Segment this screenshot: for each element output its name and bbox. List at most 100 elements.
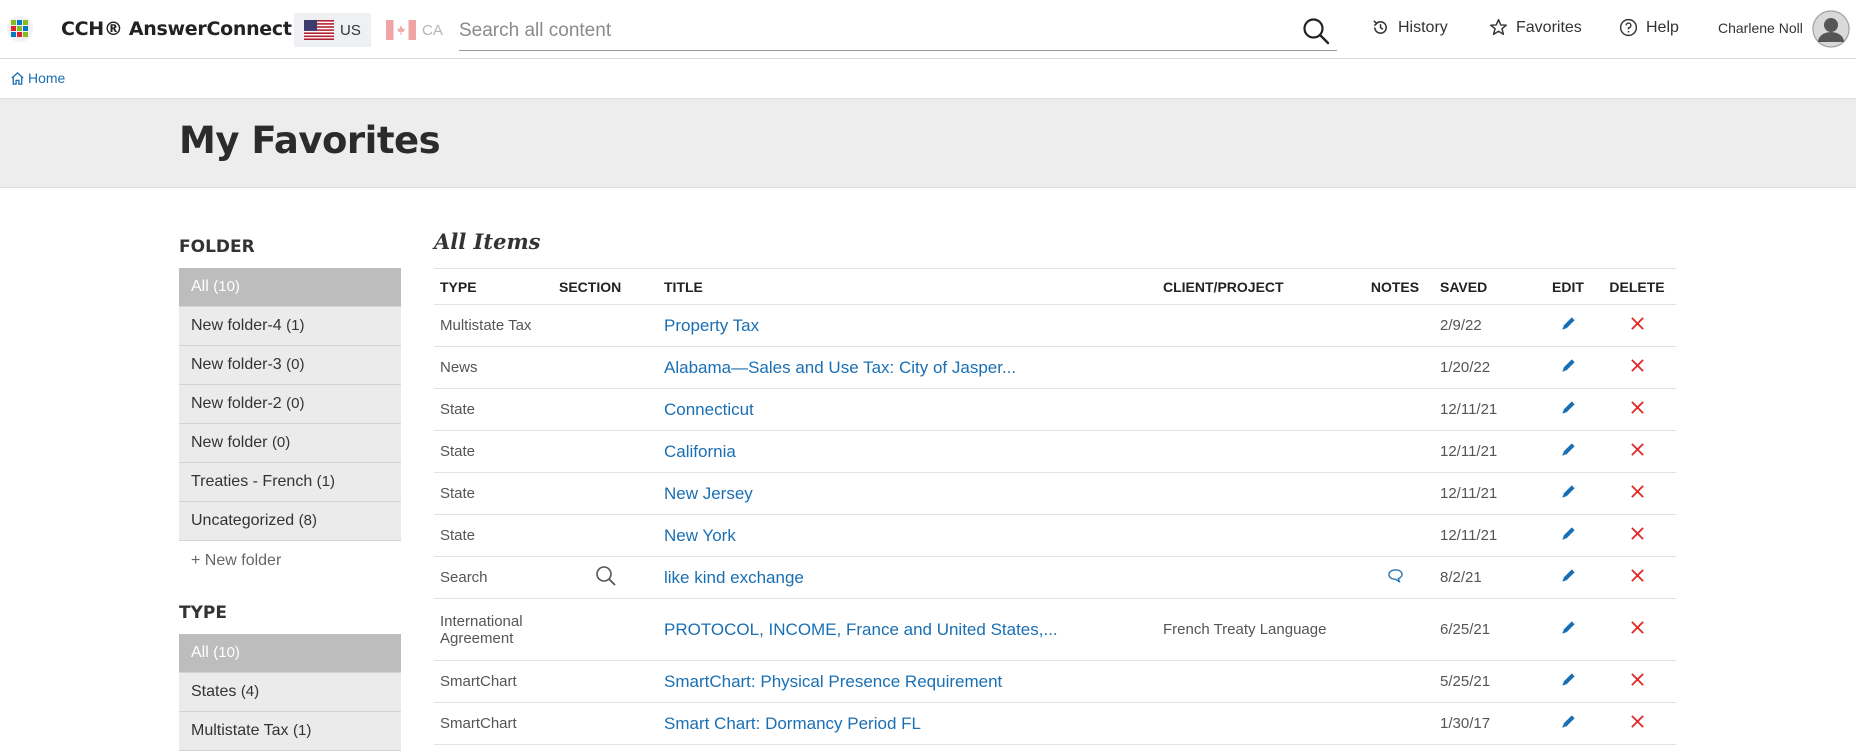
edit-button[interactable]	[1538, 702, 1598, 745]
delete-icon	[1630, 715, 1644, 728]
row-client	[1157, 660, 1356, 703]
folder-count: (0)	[271, 434, 291, 451]
delete-icon	[1630, 527, 1644, 540]
delete-button[interactable]	[1598, 472, 1676, 515]
region-ca-button[interactable]: CA	[376, 13, 453, 47]
region-us-button[interactable]: US	[294, 13, 371, 47]
type-item-all[interactable]: All (10)	[179, 634, 401, 673]
row-title-link[interactable]: Connecticut	[658, 388, 1157, 431]
edit-button[interactable]	[1538, 598, 1598, 661]
delete-button[interactable]	[1598, 304, 1676, 347]
edit-button[interactable]	[1538, 346, 1598, 389]
delete-button[interactable]	[1598, 514, 1676, 557]
col-saved[interactable]: SAVED	[1434, 268, 1538, 305]
search-icon[interactable]	[595, 565, 617, 587]
breadcrumb: Home	[10, 70, 65, 86]
row-type: State	[434, 430, 553, 473]
delete-button[interactable]	[1598, 556, 1676, 599]
row-title-link[interactable]: Alabama—Sales and Use Tax: City of Jaspe…	[658, 346, 1157, 389]
folder-heading: FOLDER	[179, 237, 255, 257]
edit-button[interactable]	[1538, 430, 1598, 473]
folder-count: (10)	[213, 278, 240, 295]
row-title-link[interactable]: Smart Chart: Dormancy Period FL	[658, 702, 1157, 745]
avatar[interactable]	[1812, 10, 1850, 48]
col-delete: DELETE	[1598, 268, 1676, 305]
row-type: Multistate Tax	[434, 304, 553, 347]
type-label: Multistate Tax	[191, 722, 289, 739]
favorites-table: TYPE SECTION TITLE CLIENT/PROJECT NOTES …	[434, 268, 1676, 745]
row-section	[553, 556, 658, 599]
pencil-icon	[1561, 715, 1575, 728]
row-saved: 1/30/17	[1434, 702, 1538, 745]
row-client	[1157, 702, 1356, 745]
edit-button[interactable]	[1538, 660, 1598, 703]
folder-item-new-folder[interactable]: New folder (0)	[179, 424, 401, 463]
type-item-states[interactable]: States (4)	[179, 673, 401, 712]
search-input[interactable]	[459, 16, 1279, 46]
folder-item-treaties-french[interactable]: Treaties - French (1)	[179, 463, 401, 502]
edit-button[interactable]	[1538, 556, 1598, 599]
delete-button[interactable]	[1598, 660, 1676, 703]
col-title[interactable]: TITLE	[658, 268, 1157, 305]
row-notes	[1356, 556, 1434, 599]
row-client	[1157, 514, 1356, 557]
note-bubble-icon[interactable]	[1387, 568, 1404, 584]
help-icon	[1619, 18, 1638, 37]
row-title-link[interactable]: PROTOCOL, INCOME, France and United Stat…	[658, 598, 1157, 661]
user-avatar-icon	[1812, 10, 1850, 48]
row-title-link[interactable]: SmartChart: Physical Presence Requiremen…	[658, 660, 1157, 703]
folder-item-uncategorized[interactable]: Uncategorized (8)	[179, 502, 401, 541]
new-folder-button[interactable]: + New folder	[179, 541, 401, 581]
delete-button[interactable]	[1598, 388, 1676, 431]
edit-button[interactable]	[1538, 304, 1598, 347]
app-brand[interactable]: CCH® AnswerConnect	[61, 18, 292, 40]
search-icon[interactable]	[1301, 16, 1331, 46]
us-flag-icon	[304, 20, 334, 40]
edit-button[interactable]	[1538, 472, 1598, 515]
pencil-icon	[1561, 527, 1575, 540]
type-item-multistate-tax[interactable]: Multistate Tax (1)	[179, 712, 401, 751]
col-client[interactable]: CLIENT/PROJECT	[1157, 268, 1356, 305]
row-title-link[interactable]: like kind exchange	[658, 556, 1157, 599]
folder-item-new-folder-2[interactable]: New folder-2 (0)	[179, 385, 401, 424]
row-saved: 8/2/21	[1434, 556, 1538, 599]
row-client	[1157, 304, 1356, 347]
table-header-row: TYPE SECTION TITLE CLIENT/PROJECT NOTES …	[434, 268, 1676, 305]
top-header: CCH® AnswerConnect US CA Search all cont…	[0, 0, 1856, 59]
delete-button[interactable]	[1598, 430, 1676, 473]
delete-button[interactable]	[1598, 702, 1676, 745]
col-type[interactable]: TYPE	[434, 268, 553, 305]
row-title-link[interactable]: Property Tax	[658, 304, 1157, 347]
delete-button[interactable]	[1598, 598, 1676, 661]
row-type: News	[434, 346, 553, 389]
delete-icon	[1630, 401, 1644, 414]
col-section[interactable]: SECTION	[553, 268, 658, 305]
col-notes[interactable]: NOTES	[1356, 268, 1434, 305]
row-section	[553, 388, 658, 431]
folder-item-new-folder-3[interactable]: New folder-3 (0)	[179, 346, 401, 385]
region-us-label: US	[340, 21, 361, 39]
row-title-link[interactable]: New Jersey	[658, 472, 1157, 515]
wolters-kluwer-logo[interactable]	[6, 15, 34, 43]
folder-item-all[interactable]: All (10)	[179, 268, 401, 307]
row-section	[553, 598, 658, 661]
table-row: SmartChart SmartChart: Physical Presence …	[434, 660, 1676, 703]
user-name[interactable]: Charlene Noll	[1718, 20, 1803, 36]
row-title-link[interactable]: California	[658, 430, 1157, 473]
help-link[interactable]: Help	[1619, 18, 1679, 37]
page-title: My Favorites	[179, 119, 441, 162]
row-saved: 12/11/21	[1434, 388, 1538, 431]
favorites-link[interactable]: Favorites	[1489, 18, 1582, 37]
edit-button[interactable]	[1538, 514, 1598, 557]
edit-button[interactable]	[1538, 388, 1598, 431]
row-type: State	[434, 388, 553, 431]
folder-label: Uncategorized	[191, 512, 295, 529]
row-title-link[interactable]: New York	[658, 514, 1157, 557]
history-link[interactable]: History	[1371, 18, 1448, 37]
row-notes	[1356, 472, 1434, 515]
table-row: State New Jersey 12/11/21	[434, 472, 1676, 515]
breadcrumb-home-link[interactable]: Home	[28, 70, 65, 86]
delete-button[interactable]	[1598, 346, 1676, 389]
row-type: Search	[434, 556, 553, 599]
folder-item-new-folder-4[interactable]: New folder-4 (1)	[179, 307, 401, 346]
